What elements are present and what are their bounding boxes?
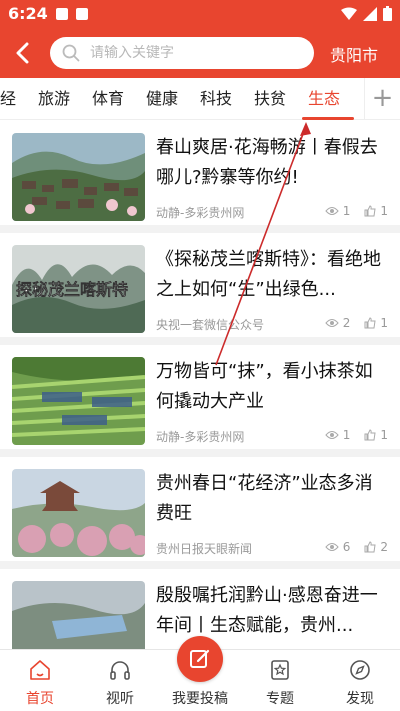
eye-icon — [325, 319, 339, 327]
article-source: 贵州日报天眼新闻 — [156, 542, 253, 556]
view-count: 1 — [342, 204, 351, 218]
view-count: 2 — [342, 316, 351, 330]
category-tabs: 经 旅游 体育 健康 科技 扶贫 生态 + — [0, 78, 400, 120]
search-icon — [62, 44, 80, 62]
thumb-up-icon[interactable] — [364, 541, 376, 553]
article-source: 动静-多彩贵州网 — [156, 206, 245, 220]
thumb-up-icon[interactable] — [364, 429, 376, 441]
article-card[interactable]: 探秘茂兰喀斯特 《探秘茂兰喀斯特》：看绝地之上如何“生”出绿色... 央视一套微… — [0, 233, 400, 337]
active-tab-indicator — [302, 117, 354, 120]
article-stats: 6 2 — [325, 540, 388, 554]
article-thumbnail: 探秘茂兰喀斯特 — [12, 245, 145, 333]
article-source: 动静-多彩贵州网 — [156, 430, 245, 444]
article-thumbnail — [12, 469, 145, 557]
eye-icon — [325, 207, 339, 215]
nav-home[interactable]: 首页 — [0, 650, 80, 711]
compass-icon — [350, 660, 370, 680]
gallery-notification-icon — [56, 8, 68, 20]
nav-listen[interactable]: 视听 — [80, 650, 160, 711]
edit-icon — [190, 649, 210, 668]
nav-discover-label: 发现 — [346, 691, 374, 707]
search-input[interactable] — [90, 45, 290, 61]
thumbnail-overlay-text: 探秘茂兰喀斯特 — [16, 280, 128, 299]
article-feed[interactable]: 春山爽居·花海畅游丨春假去哪儿?黔寨等你约! 动静-多彩贵州网 1 1 探秘茂兰… — [0, 121, 400, 649]
like-count: 1 — [380, 428, 388, 442]
nav-topic[interactable]: 专题 — [240, 650, 320, 711]
home-icon — [30, 660, 50, 680]
article-card[interactable]: 春山爽居·花海畅游丨春假去哪儿?黔寨等你约! 动静-多彩贵州网 1 1 — [0, 121, 400, 225]
back-arrow-icon — [16, 42, 29, 64]
top-bar: 贵阳市 — [0, 28, 400, 78]
article-card[interactable]: 贵州春日“花经济”业态多消费旺 贵州日报天眼新闻 6 2 — [0, 457, 400, 561]
post-button[interactable] — [177, 636, 223, 682]
back-button[interactable] — [6, 37, 38, 69]
tab-tech[interactable]: 科技 — [200, 78, 232, 120]
battery-icon — [383, 6, 392, 21]
article-title[interactable]: 万物皆可“抹”，看小抹茶如何撬动大产业 — [156, 357, 388, 417]
status-time: 6:24 — [8, 4, 48, 23]
thumb-up-icon[interactable] — [364, 317, 376, 329]
view-count: 1 — [342, 428, 351, 442]
like-count: 2 — [380, 540, 388, 554]
signal-icon — [363, 6, 377, 21]
tab-ecology[interactable]: 生态 — [308, 78, 340, 120]
eye-icon — [325, 431, 339, 439]
city-selector[interactable]: 贵阳市 — [330, 42, 378, 66]
tab-health[interactable]: 健康 — [146, 78, 178, 120]
article-stats: 1 1 — [325, 204, 388, 218]
add-category-button[interactable]: + — [364, 78, 400, 120]
tab-economy[interactable]: 经 — [0, 78, 16, 120]
article-title[interactable]: 春山爽居·花海畅游丨春假去哪儿?黔寨等你约! — [156, 133, 388, 193]
article-title[interactable]: 殷殷嘱托润黔山·感恩奋进一年间丨生态赋能，贵州... — [156, 581, 388, 641]
wifi-icon — [341, 7, 357, 20]
article-source: 央视一套微信公众号 — [156, 318, 265, 332]
article-thumbnail — [12, 581, 145, 649]
nav-post-label: 我要投稿 — [172, 691, 228, 707]
article-title[interactable]: 《探秘茂兰喀斯特》：看绝地之上如何“生”出绿色... — [156, 245, 388, 305]
nav-discover[interactable]: 发现 — [320, 650, 400, 711]
article-stats: 2 1 — [325, 316, 388, 330]
article-card[interactable]: 万物皆可“抹”，看小抹茶如何撬动大产业 动静-多彩贵州网 1 1 — [0, 345, 400, 449]
article-stats: 1 1 — [325, 428, 388, 442]
eye-icon — [325, 543, 339, 551]
tab-poverty-relief[interactable]: 扶贫 — [254, 78, 286, 120]
search-bar[interactable] — [50, 37, 314, 69]
nav-home-label: 首页 — [26, 691, 54, 707]
thumb-up-icon[interactable] — [364, 205, 376, 217]
like-count: 1 — [380, 316, 388, 330]
like-count: 1 — [380, 204, 388, 218]
nav-listen-label: 视听 — [106, 691, 134, 707]
status-bar: 6:24 — [0, 0, 400, 28]
nav-topic-label: 专题 — [266, 691, 294, 707]
star-card-icon — [271, 660, 289, 680]
tab-travel[interactable]: 旅游 — [38, 78, 70, 120]
article-thumbnail — [12, 133, 145, 221]
app-notification-icon — [76, 8, 88, 20]
article-title[interactable]: 贵州春日“花经济”业态多消费旺 — [156, 469, 388, 529]
headphones-icon — [110, 661, 130, 680]
view-count: 6 — [342, 540, 351, 554]
article-thumbnail — [12, 357, 145, 445]
tab-sports[interactable]: 体育 — [92, 78, 124, 120]
